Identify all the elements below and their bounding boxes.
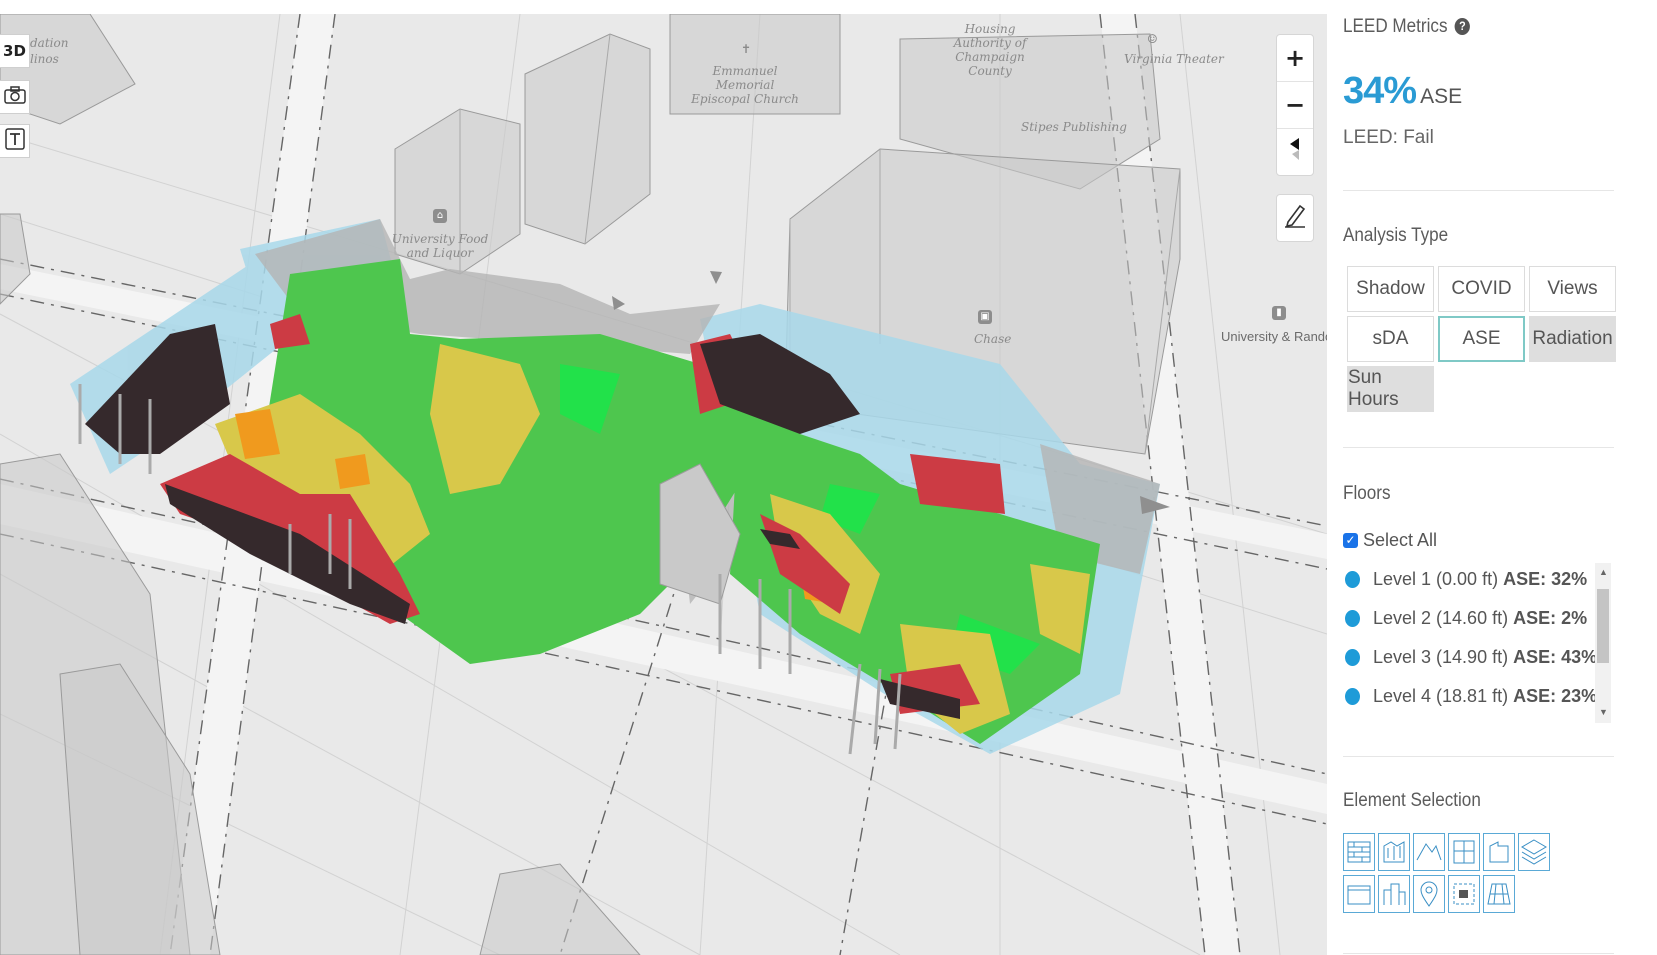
map-navigation-controls: + − <box>1276 34 1314 176</box>
map-pin-icon[interactable] <box>1413 875 1445 913</box>
slab-icon[interactable] <box>1343 875 1375 913</box>
plus-icon: + <box>1284 44 1306 72</box>
screenshot-button[interactable] <box>0 80 30 114</box>
facade-icon[interactable] <box>1378 833 1410 871</box>
camera-icon <box>3 86 26 108</box>
floor-ase-value: ASE: 32% <box>1503 569 1588 589</box>
floor-item-level-3[interactable]: Level 3 (14.90 ft) ASE: 43% <box>1343 638 1621 677</box>
leed-metrics-title: LEED Metrics? <box>1343 16 1471 38</box>
select-all-checkbox[interactable]: ✓ Select All <box>1343 530 1437 551</box>
place-label-fragment: linos <box>30 52 59 66</box>
analysis-panel: LEED Metrics? 34% ASE LEED: Fail Analysis… <box>1327 0 1657 955</box>
pencil-icon <box>1283 202 1307 234</box>
floor-item-level-2[interactable]: Level 2 (14.60 ft) ASE: 2% <box>1343 599 1621 638</box>
divider <box>1343 447 1614 448</box>
floor-area-icon[interactable] <box>1448 875 1480 913</box>
place-label-housing-authority: Housing Authority of Champaign County <box>953 22 1027 78</box>
floors-title: Floors <box>1343 483 1391 504</box>
floor-label: Level 4 (18.81 ft) <box>1373 686 1509 706</box>
place-label-fragment: dation <box>30 36 69 50</box>
checkbox-checked-icon: ✓ <box>1343 533 1358 548</box>
leed-metrics-label: LEED Metrics <box>1343 16 1448 37</box>
leed-ase-value: 34% <box>1343 70 1417 112</box>
compass-icon <box>1288 136 1302 168</box>
window-icon[interactable] <box>1448 833 1480 871</box>
shopping-basket-icon: ⌂ <box>433 209 447 223</box>
leed-ase-metric: 34% ASE <box>1343 70 1462 113</box>
element-selection-title: Element Selection <box>1343 790 1481 811</box>
bank-icon: ▣ <box>978 310 992 324</box>
analysis-option-sun-hours[interactable]: Sun Hours <box>1347 366 1434 412</box>
transit-stop-icon: ▮ <box>1272 306 1286 320</box>
buildings-icon[interactable] <box>1378 875 1410 913</box>
minus-icon: − <box>1284 91 1306 119</box>
divider <box>1343 190 1614 191</box>
analysis-option-ase[interactable]: ASE <box>1438 316 1525 362</box>
scroll-down-icon[interactable]: ▼ <box>1599 707 1608 717</box>
floor-label: Level 3 (14.90 ft) <box>1373 647 1509 667</box>
help-icon[interactable]: ? <box>1454 18 1471 35</box>
place-label-stipes-publishing: Stipes Publishing <box>1021 120 1127 134</box>
scroll-thumb[interactable] <box>1597 589 1609 663</box>
zoom-in-button[interactable]: + <box>1277 35 1313 82</box>
floor-ase-value: ASE: 23% <box>1513 686 1598 706</box>
grid-icon[interactable] <box>1483 875 1515 913</box>
floor-ase-value: ASE: 43% <box>1513 647 1598 667</box>
analysis-option-sda[interactable]: sDA <box>1347 316 1434 362</box>
compass-button[interactable] <box>1277 129 1313 175</box>
floor-ase-value: ASE: 2% <box>1513 608 1588 628</box>
church-cross-icon: ✝ <box>741 42 752 56</box>
leed-status: LEED: Fail <box>1343 127 1434 148</box>
theater-masks-icon: ☺ <box>1147 32 1158 46</box>
place-label-chase: Chase <box>974 332 1012 346</box>
select-all-label: Select All <box>1363 530 1438 550</box>
divider <box>1343 756 1614 757</box>
floor-item-level-1[interactable]: Level 1 (0.00 ft) ASE: 32% <box>1343 560 1621 599</box>
place-label-virginia-theater: Virginia Theater <box>1124 52 1224 66</box>
3d-scene <box>0 14 1327 955</box>
view-3d-toggle[interactable]: 3D <box>0 34 30 68</box>
floor-item-level-4[interactable]: Level 4 (18.81 ft) ASE: 23% <box>1343 677 1621 716</box>
floors-list: Level 1 (0.00 ft) ASE: 32% Level 2 (14.6… <box>1343 560 1621 722</box>
place-label-emmanuel-church: Emmanuel Memorial Episcopal Church <box>691 64 799 106</box>
floor-color-dot <box>1345 688 1360 705</box>
place-label-university-food: University Food and Liquor <box>391 232 489 260</box>
floor-color-dot <box>1345 571 1360 588</box>
map-canvas[interactable]: University Food and Liquor ⌂ Emmanuel Me… <box>0 14 1327 955</box>
brick-wall-icon[interactable] <box>1343 833 1375 871</box>
analysis-option-shadow[interactable]: Shadow <box>1347 266 1434 312</box>
view-3d-label: 3D <box>3 42 26 60</box>
roof-icon[interactable] <box>1413 833 1445 871</box>
analysis-type-title: Analysis Type <box>1343 225 1449 246</box>
divider <box>1343 953 1614 954</box>
analysis-option-views[interactable]: Views <box>1529 266 1616 312</box>
layers-icon[interactable] <box>1518 833 1550 871</box>
scroll-up-icon[interactable]: ▲ <box>1599 567 1608 577</box>
floor-label: Level 2 (14.60 ft) <box>1373 608 1509 628</box>
floor-color-dot <box>1345 610 1360 627</box>
floors-scrollbar[interactable]: ▲ ▼ <box>1595 563 1611 723</box>
text-tool-button[interactable] <box>0 124 30 158</box>
wall-icon[interactable] <box>1483 833 1515 871</box>
analysis-option-radiation[interactable]: Radiation <box>1529 316 1616 362</box>
analysis-option-covid[interactable]: COVID <box>1438 266 1525 312</box>
floor-label: Level 1 (0.00 ft) <box>1373 569 1499 589</box>
zoom-out-button[interactable]: − <box>1277 82 1313 129</box>
text-tool-icon <box>4 128 25 154</box>
draw-button[interactable] <box>1277 195 1313 241</box>
place-label-university-randol: University & Randol <box>1221 329 1327 344</box>
floor-color-dot <box>1345 649 1360 666</box>
draw-tool-box <box>1276 194 1314 242</box>
leed-ase-unit: ASE <box>1420 85 1463 108</box>
